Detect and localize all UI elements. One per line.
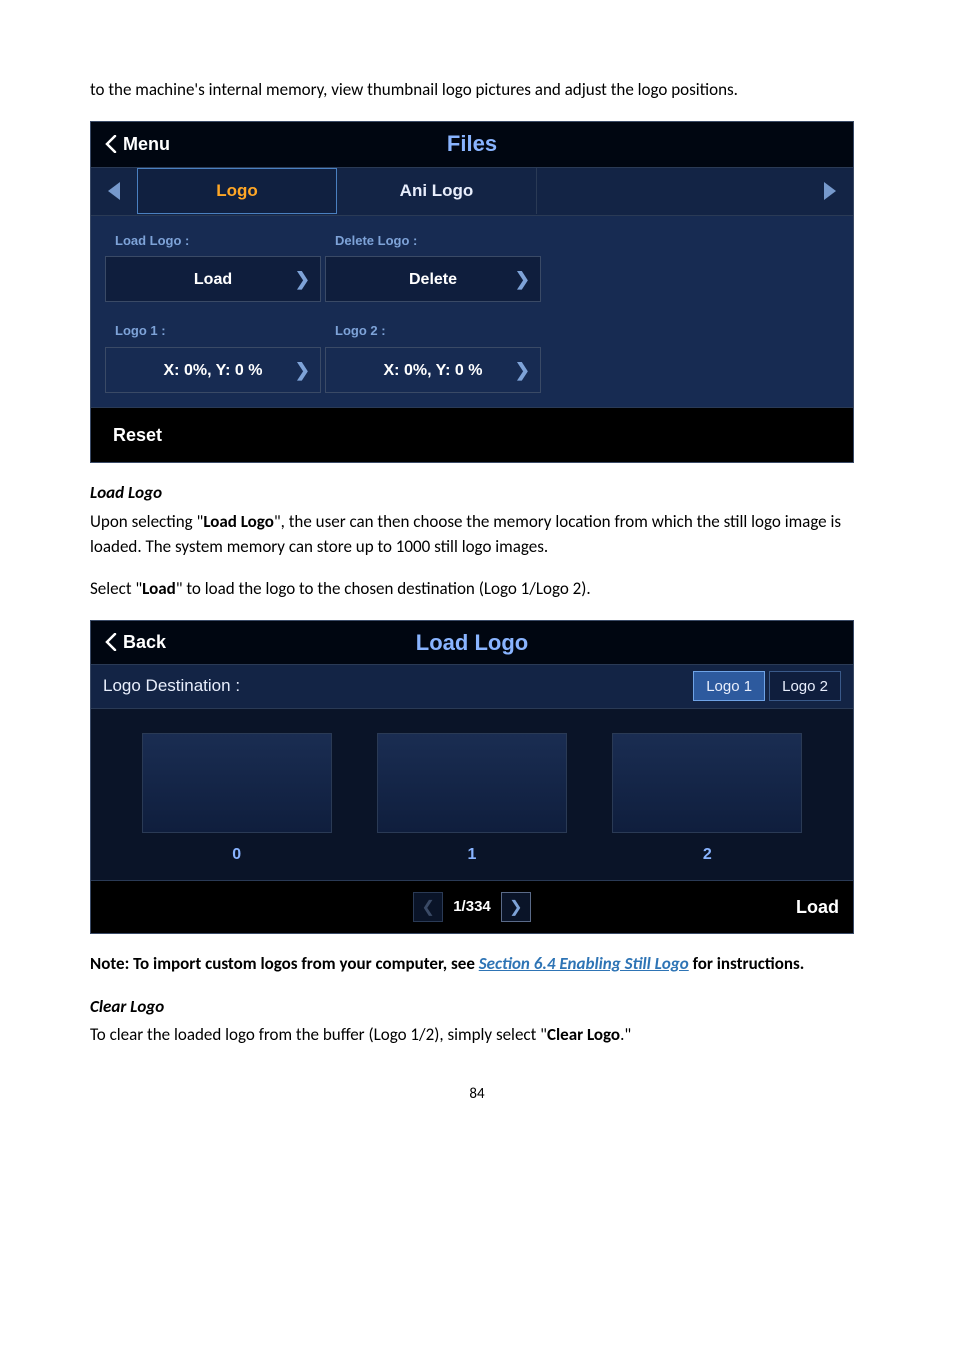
logo1-toggle[interactable]: Logo 1: [693, 671, 765, 701]
chevron-left-icon: [105, 135, 117, 153]
destination-label: Logo Destination :: [103, 674, 240, 699]
page-number: 84: [90, 1084, 864, 1106]
delete-button-text: Delete: [409, 268, 457, 291]
files-menu-screenshot: Menu Files Logo Ani Logo Load Logo : Loa…: [90, 121, 854, 464]
load-button[interactable]: Load ❯: [105, 256, 321, 302]
logo1-value: X: 0%, Y: 0 %: [164, 359, 263, 382]
files-body: Load Logo : Load ❯ Delete Logo : Delete …: [91, 216, 853, 408]
thumbnail-1[interactable]: [377, 733, 567, 833]
clear-logo-p: To clear the loaded logo from the buffer…: [90, 1023, 864, 1048]
clear-logo-heading: Clear Logo: [90, 995, 864, 1020]
files-title: Files: [91, 128, 853, 160]
thumbnail-2[interactable]: [612, 733, 802, 833]
logo1-position-button[interactable]: X: 0%, Y: 0 % ❯: [105, 347, 321, 393]
chevron-right-icon: ❯: [515, 266, 530, 292]
pager: ❮ 1/334 ❯: [413, 892, 531, 922]
destination-row: Logo Destination : Logo 1 Logo 2: [91, 665, 853, 709]
logo2-label: Logo 2 :: [335, 322, 541, 341]
logo2-toggle[interactable]: Logo 2: [769, 671, 841, 701]
destination-toggle: Logo 1 Logo 2: [689, 671, 841, 701]
files-header: Menu Files: [91, 122, 853, 168]
tab-next-button[interactable]: [807, 182, 853, 200]
thumbnail-0-caption: 0: [142, 843, 332, 866]
chevron-right-icon: ❯: [515, 357, 530, 383]
triangle-left-icon: [108, 182, 120, 200]
load-logo-footer: ❮ 1/334 ❯ Load: [91, 881, 853, 933]
reset-button[interactable]: Reset: [91, 407, 853, 462]
load-logo-label: Load Logo :: [115, 232, 321, 251]
load-logo-p2: Select "Load" to load the logo to the ch…: [90, 577, 864, 602]
thumbnail-0[interactable]: [142, 733, 332, 833]
load-confirm-button[interactable]: Load: [796, 894, 839, 920]
chevron-left-icon: ❮: [422, 896, 435, 919]
tab-ani-logo[interactable]: Ani Logo: [337, 168, 537, 214]
intro-text: to the machine's internal memory, view t…: [90, 78, 864, 103]
delete-button[interactable]: Delete ❯: [325, 256, 541, 302]
logo1-label: Logo 1 :: [115, 322, 321, 341]
chevron-right-icon: ❯: [295, 266, 310, 292]
back-button[interactable]: Back: [91, 629, 180, 655]
menu-label: Menu: [123, 131, 170, 157]
logo2-value: X: 0%, Y: 0 %: [384, 359, 483, 382]
back-label: Back: [123, 629, 166, 655]
load-logo-screenshot: Back Load Logo Logo Destination : Logo 1…: [90, 620, 854, 934]
load-logo-header: Back Load Logo: [91, 621, 853, 665]
tab-bar: Logo Ani Logo: [91, 168, 853, 216]
delete-logo-label: Delete Logo :: [335, 232, 541, 251]
section-link[interactable]: Section 6.4 Enabling Still Logo: [479, 953, 689, 974]
chevron-right-icon: ❯: [509, 896, 522, 919]
pager-prev-button[interactable]: ❮: [413, 892, 443, 922]
triangle-right-icon: [824, 182, 836, 200]
chevron-right-icon: ❯: [295, 357, 310, 383]
thumbnail-area: 0 1 2: [91, 709, 853, 881]
menu-back-button[interactable]: Menu: [91, 131, 184, 157]
import-note: Note: To import custom logos from your c…: [90, 952, 864, 977]
logo2-position-button[interactable]: X: 0%, Y: 0 % ❯: [325, 347, 541, 393]
tab-logo[interactable]: Logo: [137, 168, 337, 214]
thumbnail-1-caption: 1: [377, 843, 567, 866]
load-logo-heading: Load Logo: [90, 481, 864, 506]
load-logo-title: Load Logo: [91, 627, 853, 659]
load-button-text: Load: [194, 268, 232, 291]
load-logo-p1: Upon selecting "Load Logo", the user can…: [90, 510, 864, 559]
pager-label: 1/334: [443, 896, 501, 918]
chevron-left-icon: [105, 633, 117, 651]
tab-prev-button[interactable]: [91, 182, 137, 200]
thumbnail-2-caption: 2: [612, 843, 802, 866]
pager-next-button[interactable]: ❯: [501, 892, 531, 922]
